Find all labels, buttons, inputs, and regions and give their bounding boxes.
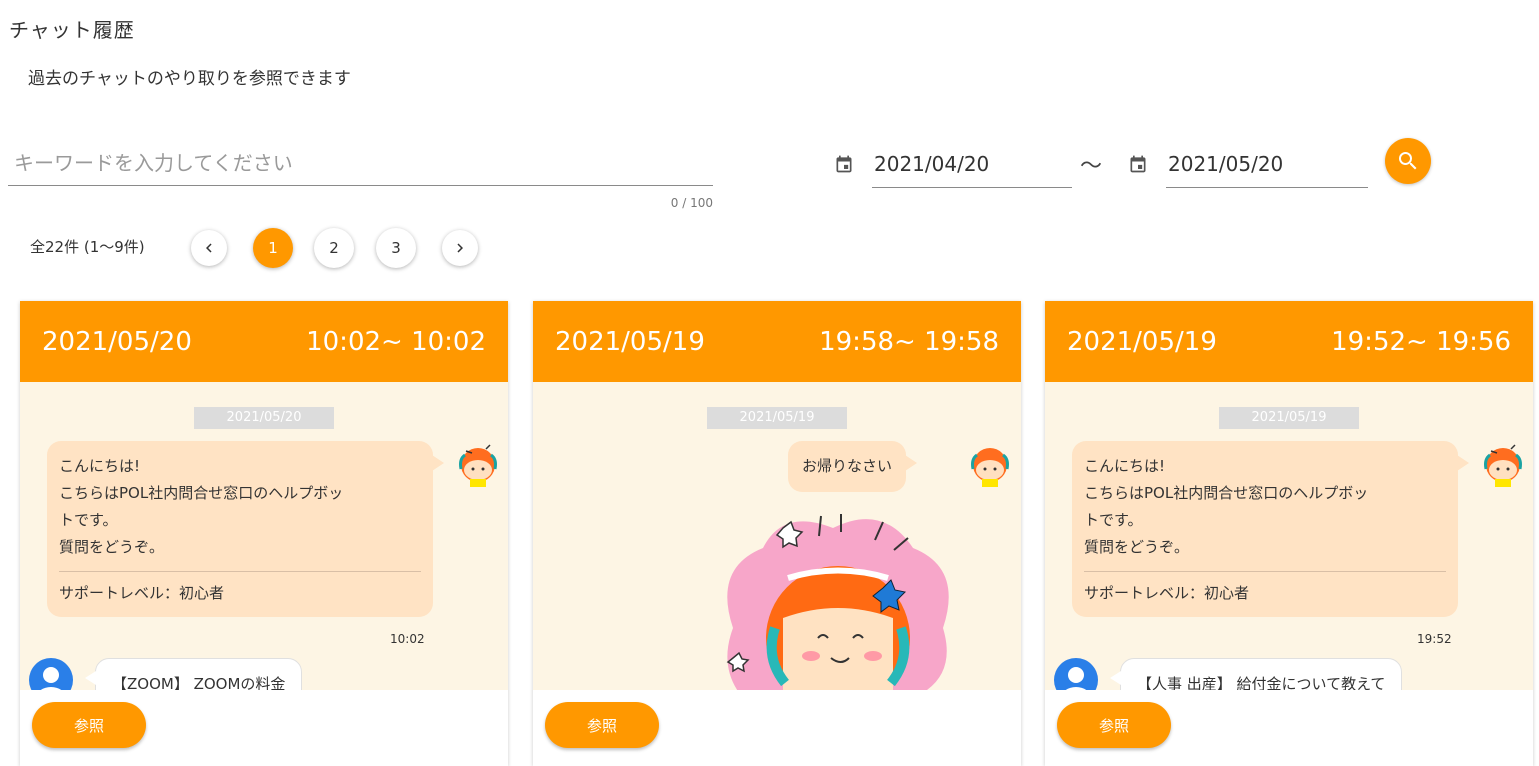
result-summary: 全22件 (1～9件) — [30, 238, 145, 256]
support-level: サポートレベル：初心者 — [59, 584, 225, 602]
pager-page-3[interactable]: 3 — [376, 228, 416, 268]
card-time-range: 19:58~ 19:58 — [819, 326, 999, 357]
bot-message-line: こんにちは! — [1084, 457, 1166, 475]
keyword-field: 0 / 100 — [8, 140, 713, 210]
bot-message-line: トです。 — [1084, 511, 1143, 529]
user-message-bubble: 【人事 出産】 給付金について教えて — [1110, 658, 1403, 690]
pager-page-2[interactable]: 2 — [314, 228, 354, 268]
bubble-divider — [59, 571, 421, 572]
keyword-counter: 0 / 100 — [670, 196, 713, 210]
bot-message-line: トです。 — [59, 511, 118, 529]
card-footer: 参照 — [1045, 690, 1533, 766]
keyword-input[interactable] — [8, 140, 713, 186]
support-level: サポートレベル：初心者 — [1084, 584, 1250, 602]
pager-page-1[interactable]: 1 — [253, 228, 293, 268]
date-chip: 2021/05/19 — [1219, 407, 1359, 429]
card-footer: 参照 — [533, 690, 1021, 766]
card-date: 2021/05/19 — [1067, 326, 1217, 357]
pager-next-button[interactable] — [442, 230, 478, 266]
chat-preview: 2021/05/20 こんにちは! こちらはPOL社内問合せ窓口のヘルプボッ ト… — [20, 382, 508, 690]
bubble-divider — [1084, 571, 1446, 572]
bot-message: お帰りなさい — [802, 457, 893, 475]
welcome-sticker-image — [726, 514, 949, 690]
bot-message-bubble: こんにちは! こちらはPOL社内問合せ窓口のヘルプボッ トです。 質問をどうぞ。… — [47, 441, 444, 617]
bot-message-line: 質問をどうぞ。 — [59, 538, 165, 556]
chevron-right-icon — [457, 243, 463, 253]
bot-message-line: こちらはPOL社内問合せ窓口のヘルプボッ — [1084, 484, 1369, 502]
card-header: 2021/05/20 10:02~ 10:02 — [20, 301, 508, 382]
card-time-range: 19:52~ 19:56 — [1331, 326, 1511, 357]
search-button[interactable] — [1385, 138, 1431, 184]
date-chip: 2021/05/20 — [194, 407, 334, 429]
chat-history-card: 2021/05/19 19:52~ 19:56 2021/05/19 こんにちは… — [1045, 301, 1533, 766]
search-icon — [1399, 152, 1417, 170]
card-header: 2021/05/19 19:52~ 19:56 — [1045, 301, 1533, 382]
calendar-icon[interactable] — [1126, 152, 1150, 176]
bot-message-line: こんにちは! — [59, 457, 141, 475]
bot-message-line: こちらはPOL社内問合せ窓口のヘルプボッ — [59, 484, 344, 502]
bot-message-bubble: こんにちは! こちらはPOL社内問合せ窓口のヘルプボッ トです。 質問をどうぞ。… — [1072, 441, 1469, 617]
calendar-icon[interactable] — [832, 152, 856, 176]
date-from-input[interactable] — [872, 140, 1072, 188]
user-message-bubble: 【ZOOM】 ZOOMの料金 — [85, 658, 303, 690]
chat-history-card: 2021/05/20 10:02~ 10:02 2021/05/20 こんにちは… — [20, 301, 508, 766]
view-button[interactable]: 参照 — [32, 702, 146, 748]
date-from-field — [832, 140, 1072, 188]
view-button[interactable]: 参照 — [545, 702, 659, 748]
user-message: 【ZOOM】 ZOOMの料金 — [112, 675, 286, 690]
user-message: 【人事 出産】 給付金について教えて — [1137, 675, 1386, 690]
page-title: チャット履歴 — [9, 18, 135, 42]
card-footer: 参照 — [20, 690, 508, 766]
bot-avatar-icon — [971, 448, 1009, 487]
card-header: 2021/05/19 19:58~ 19:58 — [533, 301, 1021, 382]
date-to-field — [1126, 140, 1368, 188]
date-to-input[interactable] — [1166, 140, 1368, 188]
chat-preview: 2021/05/19 お帰りなさい — [533, 382, 1021, 690]
message-time: 10:02 — [390, 632, 425, 646]
bot-message-bubble: お帰りなさい — [788, 441, 918, 492]
card-date: 2021/05/19 — [555, 326, 705, 357]
chevron-left-icon — [206, 243, 212, 253]
view-button[interactable]: 参照 — [1057, 702, 1171, 748]
user-avatar-icon — [29, 658, 73, 690]
chat-history-card: 2021/05/19 19:58~ 19:58 2021/05/19 お帰りなさ… — [533, 301, 1021, 766]
bot-avatar-icon — [459, 444, 497, 487]
user-avatar-icon — [1054, 658, 1098, 690]
card-date: 2021/05/20 — [42, 326, 192, 357]
card-time-range: 10:02~ 10:02 — [306, 326, 486, 357]
message-time: 19:52 — [1417, 632, 1452, 646]
pager-prev-button[interactable] — [191, 230, 227, 266]
date-range-separator: ～ — [1080, 154, 1103, 179]
date-chip: 2021/05/19 — [707, 407, 847, 429]
chat-preview: 2021/05/19 こんにちは! こちらはPOL社内問合せ窓口のヘルプボッ ト… — [1045, 382, 1533, 690]
page-description: 過去のチャットのやり取りを参照できます — [28, 69, 351, 89]
bot-message-line: 質問をどうぞ。 — [1084, 538, 1190, 556]
bot-avatar-icon — [1484, 444, 1522, 487]
